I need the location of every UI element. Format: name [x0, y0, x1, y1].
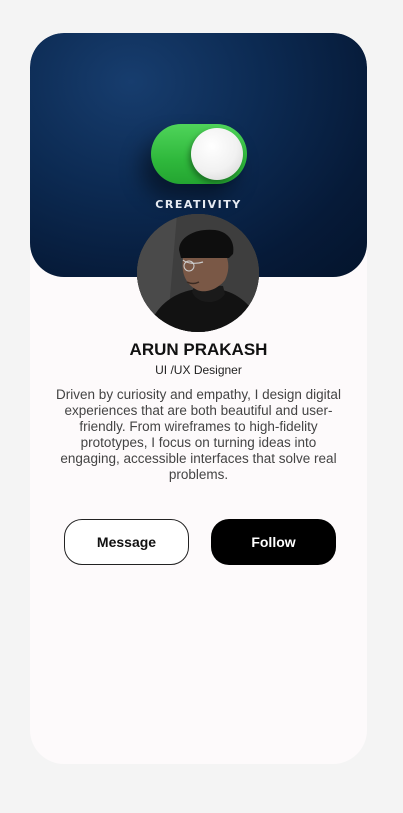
follow-button[interactable]: Follow — [211, 519, 336, 565]
profile-role: UI /UX Designer — [155, 363, 242, 377]
toggle-knob[interactable] — [191, 128, 243, 180]
profile-card: CREATIVITY ARUN PRAKASH UI /UX Designer … — [30, 33, 367, 764]
avatar-photo — [137, 214, 259, 332]
profile-bio: Driven by curiosity and empathy, I desig… — [56, 387, 341, 482]
avatar — [137, 214, 259, 332]
banner-label: CREATIVITY — [155, 198, 242, 211]
message-button-label: Message — [96, 534, 157, 550]
follow-button-label: Follow — [251, 534, 296, 550]
profile-name: ARUN PRAKASH — [129, 340, 268, 359]
message-button[interactable]: Message — [64, 519, 189, 565]
creativity-toggle[interactable] — [151, 124, 247, 184]
